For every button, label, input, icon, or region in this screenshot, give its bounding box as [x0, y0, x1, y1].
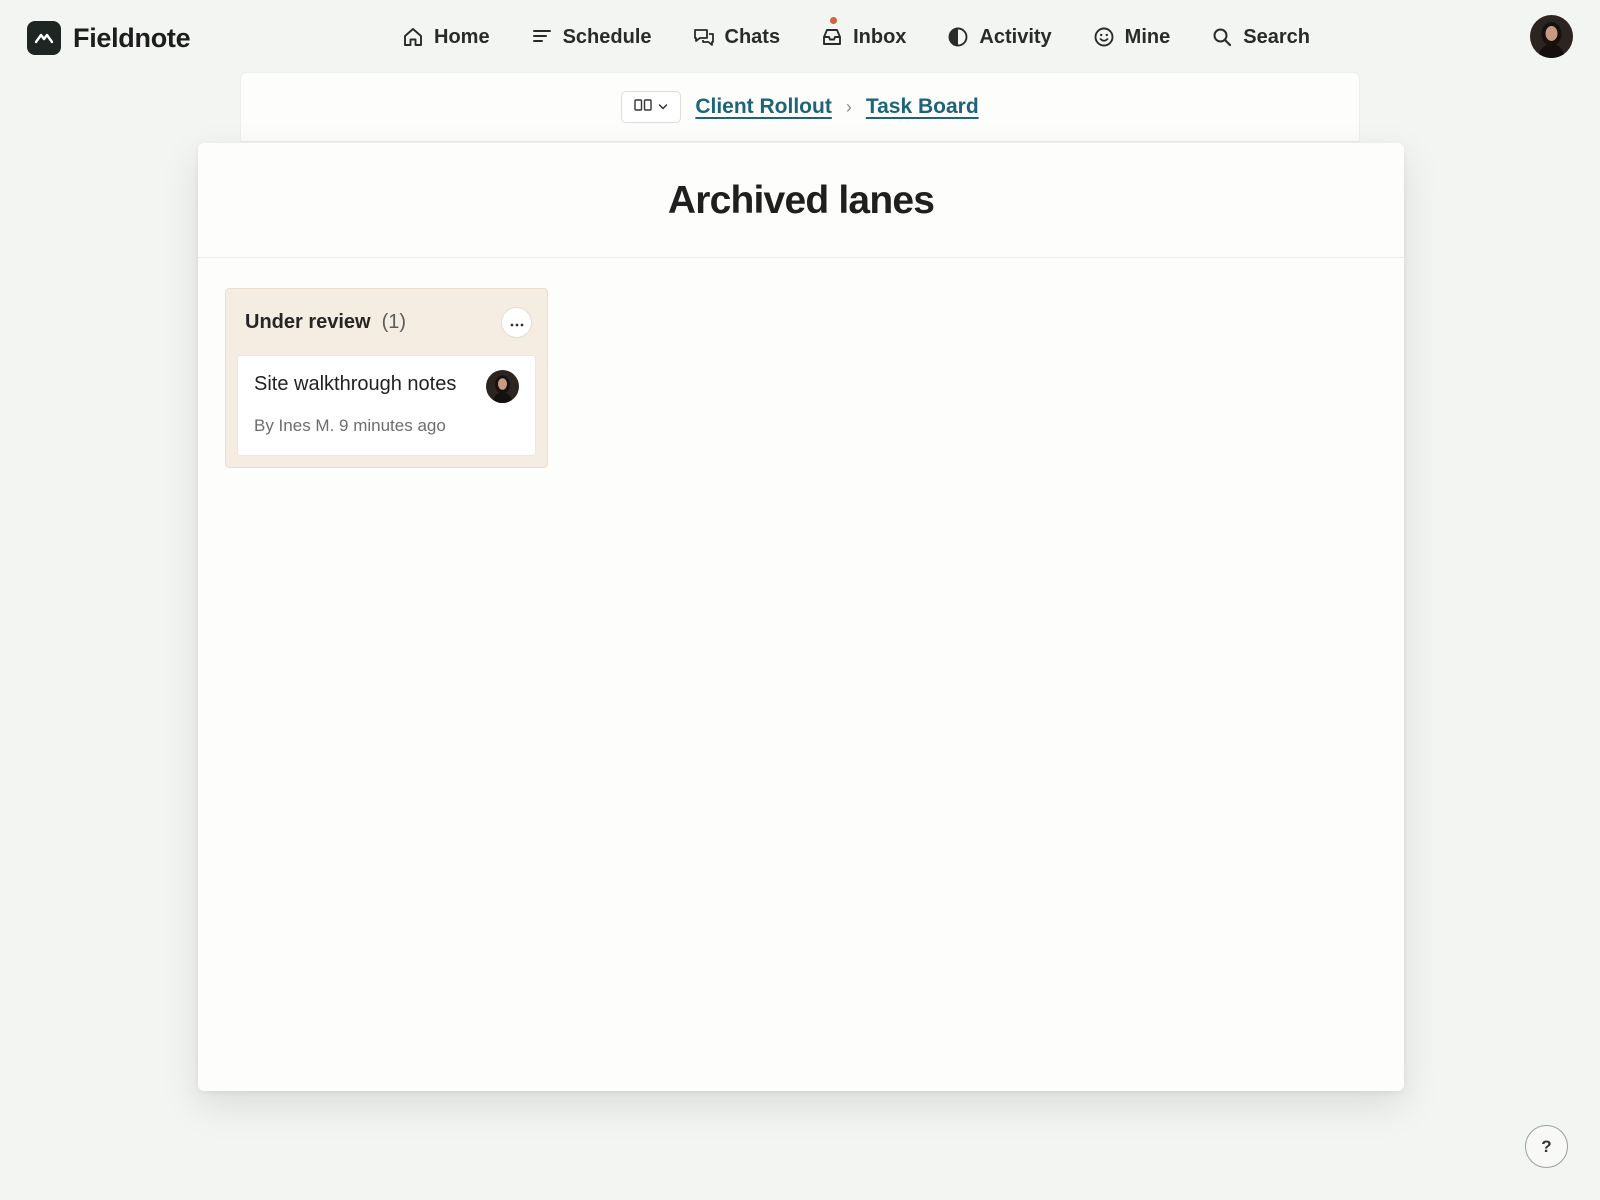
nav-home-label: Home: [434, 25, 490, 48]
brand-link[interactable]: Fieldnote: [27, 20, 191, 56]
smiley-icon: [1092, 25, 1116, 49]
chat-bubbles-icon: [692, 25, 716, 49]
nav-activity[interactable]: Activity: [940, 18, 1057, 56]
nav-mine[interactable]: Mine: [1086, 18, 1177, 56]
nav-inbox-label: Inbox: [853, 25, 907, 48]
lane-under-review: Under review (1) Site walkthrough notes …: [225, 288, 548, 468]
breadcrumb: Client Rollout › Task Board: [241, 91, 1359, 123]
nav-search[interactable]: Search: [1204, 18, 1316, 56]
half-circle-icon: [946, 25, 970, 49]
avatar-portrait-icon: [1530, 15, 1573, 58]
nav-search-label: Search: [1243, 25, 1310, 48]
lane-count: (1): [381, 310, 407, 333]
archived-lanes-panel: Archived lanes Under review (1) Site wal…: [198, 143, 1404, 1091]
lane-title: Under review: [245, 310, 371, 333]
inbox-tray-icon: [820, 25, 844, 49]
home-icon: [401, 25, 425, 49]
app-name: Fieldnote: [73, 22, 191, 53]
nav-schedule-label: Schedule: [562, 25, 652, 48]
nav-chats[interactable]: Chats: [686, 18, 787, 56]
top-bar: Fieldnote Home Schedule Chats Inbox Acti…: [0, 0, 1600, 74]
more-dots-icon: [510, 315, 524, 330]
nav-schedule[interactable]: Schedule: [524, 18, 658, 56]
breadcrumb-project-link[interactable]: Client Rollout: [695, 95, 831, 119]
lines-icon: [530, 25, 554, 49]
card-avatar: [486, 370, 519, 403]
chevron-down-icon: [658, 98, 668, 116]
panel-header: Archived lanes: [198, 143, 1404, 258]
notification-dot: [830, 17, 838, 24]
page-title: Archived lanes: [667, 178, 935, 222]
nav-chats-label: Chats: [724, 25, 781, 48]
lane-header: Under review (1): [226, 289, 547, 355]
main-nav: Home Schedule Chats Inbox Activity Mine …: [395, 17, 1316, 56]
card-title: Site walkthrough notes: [254, 373, 457, 395]
task-card[interactable]: Site walkthrough notes By Ines M. 9 minu…: [237, 355, 536, 456]
breadcrumb-board-link[interactable]: Task Board: [866, 95, 979, 119]
breadcrumb-bar: Client Rollout › Task Board: [241, 73, 1359, 141]
fieldnote-logo-icon: [27, 21, 61, 55]
columns-icon: [634, 98, 653, 117]
user-avatar[interactable]: [1530, 15, 1573, 58]
card-meta: By Ines M. 9 minutes ago: [254, 416, 446, 435]
avatar-portrait-icon: [486, 370, 519, 403]
search-icon: [1210, 25, 1234, 49]
lane-menu-button[interactable]: [501, 307, 532, 338]
help-button[interactable]: ?: [1525, 1125, 1568, 1168]
view-switch-button[interactable]: [621, 91, 682, 123]
nav-inbox[interactable]: Inbox: [814, 17, 912, 56]
nav-home[interactable]: Home: [395, 18, 496, 56]
nav-mine-label: Mine: [1124, 25, 1171, 48]
breadcrumb-separator: ›: [845, 96, 852, 117]
nav-activity-label: Activity: [979, 25, 1052, 48]
